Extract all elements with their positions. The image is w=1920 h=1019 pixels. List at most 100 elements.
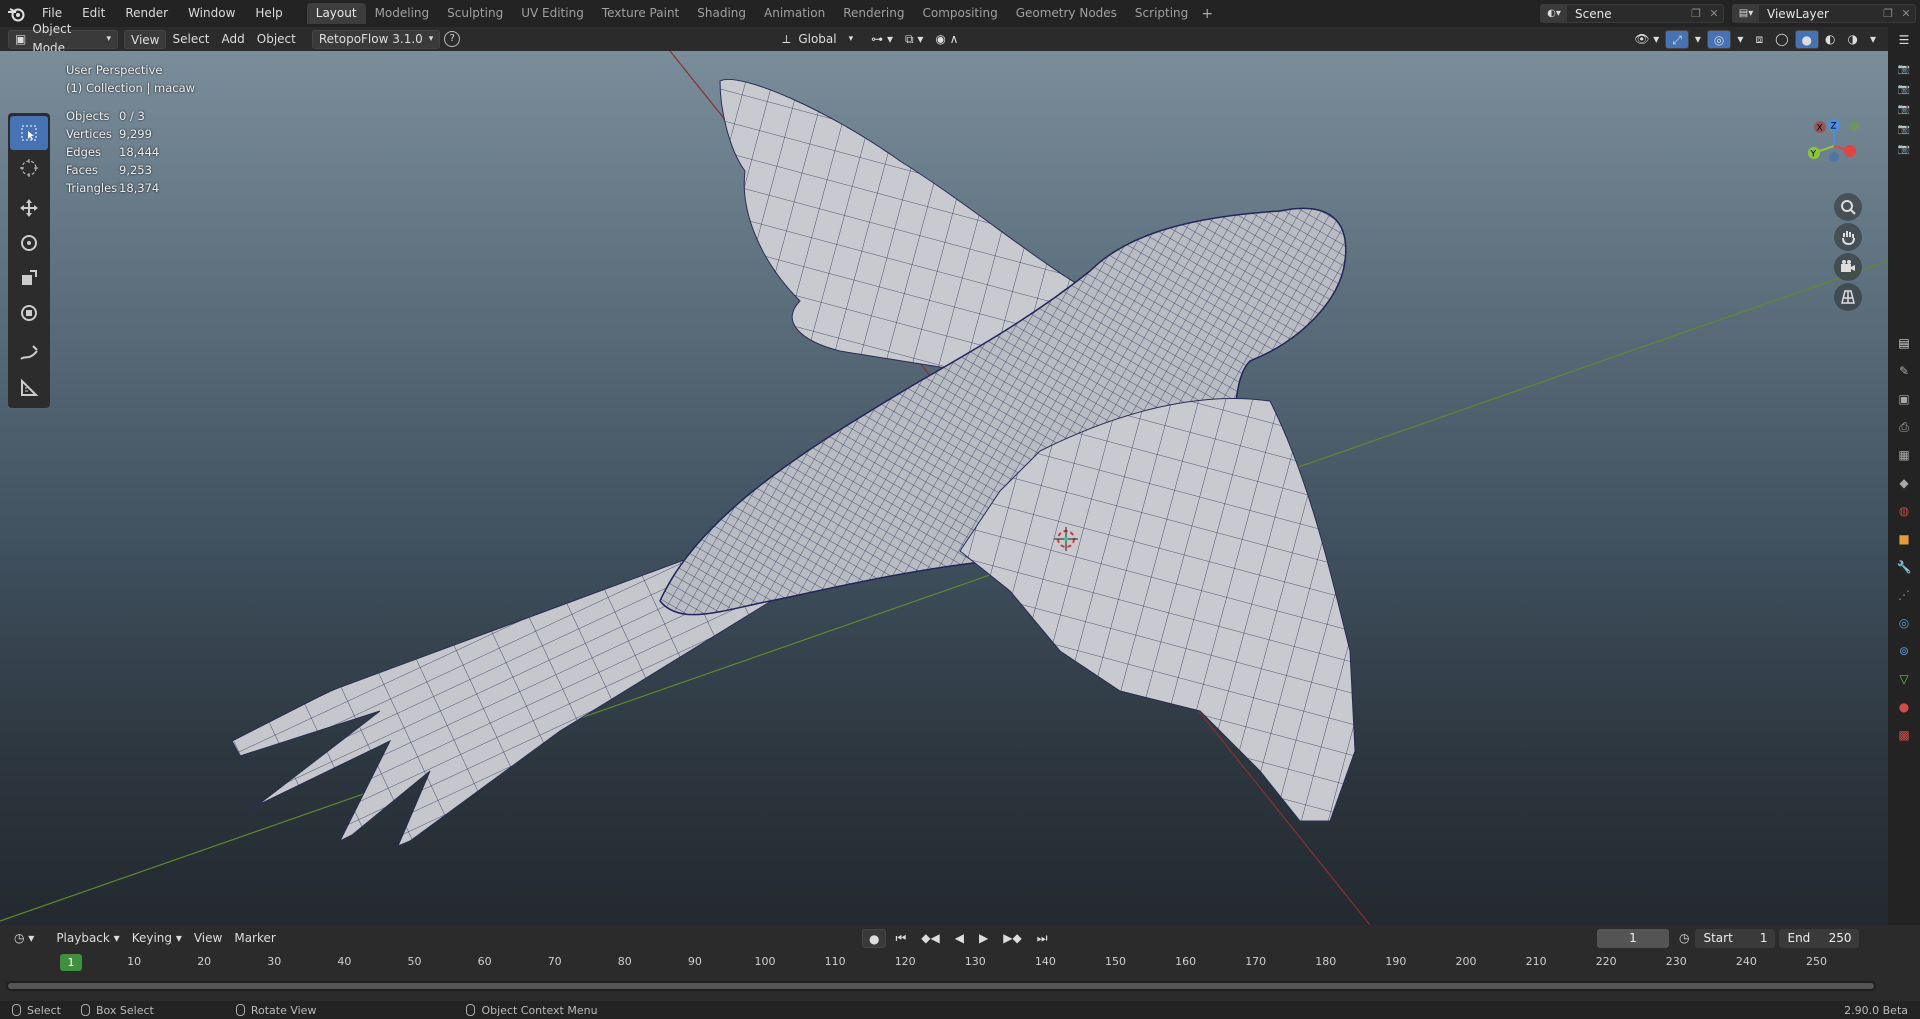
view-layer-name[interactable]: ViewLayer <box>1759 7 1879 21</box>
overlay-toggle-icon[interactable]: ◎ <box>1706 29 1732 49</box>
tab-sculpting[interactable]: Sculpting <box>438 3 512 24</box>
jump-keyframe-back-icon[interactable]: ◆◀ <box>915 929 945 948</box>
timeline-view-menu[interactable]: View <box>188 929 228 948</box>
select-box-tool-icon[interactable] <box>10 116 48 150</box>
physics-properties-icon[interactable]: ◎ <box>1888 609 1920 637</box>
close-icon[interactable]: ✕ <box>1705 7 1723 20</box>
outliner-icon[interactable]: ☰ <box>1888 27 1920 53</box>
particles-properties-icon[interactable]: ⋰ <box>1888 581 1920 609</box>
tab-geometry-nodes[interactable]: Geometry Nodes <box>1007 3 1126 24</box>
xray-icon[interactable]: ⧈ <box>1749 30 1769 49</box>
tab-rendering[interactable]: Rendering <box>834 3 913 24</box>
tab-texture-paint[interactable]: Texture Paint <box>593 3 688 24</box>
material-properties-icon[interactable]: ● <box>1888 693 1920 721</box>
zoom-icon[interactable] <box>1834 193 1862 221</box>
jump-start-icon[interactable]: ⏮ <box>889 929 912 948</box>
object-menu[interactable]: Object <box>251 30 302 49</box>
current-frame-field[interactable]: 1 <box>1597 928 1669 948</box>
tab-animation[interactable]: Animation <box>755 3 834 24</box>
properties-editor-icon[interactable]: ▤ <box>1888 329 1920 357</box>
gizmo-dropdown-icon[interactable]: ▾ <box>1689 30 1707 49</box>
camera-icon[interactable]: 📷 <box>1888 79 1920 99</box>
camera-icon[interactable]: 📷 <box>1888 99 1920 119</box>
measure-tool-icon[interactable] <box>10 371 48 405</box>
blender-logo-icon[interactable] <box>0 0 32 27</box>
solid-shading-icon[interactable]: ● <box>1794 29 1819 49</box>
tab-shading[interactable]: Shading <box>688 3 755 24</box>
menu-window[interactable]: Window <box>178 0 245 27</box>
output-properties-icon[interactable]: ⎙ <box>1888 413 1920 441</box>
scene-name[interactable]: Scene <box>1567 7 1687 21</box>
pan-hand-icon[interactable] <box>1834 223 1862 251</box>
overlay-dropdown-icon[interactable]: ▾ <box>1731 30 1749 49</box>
tool-settings-icon[interactable]: ✎ <box>1888 357 1920 385</box>
annotate-tool-icon[interactable] <box>10 336 48 370</box>
tab-layout[interactable]: Layout <box>306 3 366 24</box>
transform-tool-icon[interactable] <box>10 296 48 330</box>
keying-menu[interactable]: Keying ▾ <box>126 929 188 948</box>
menu-help[interactable]: Help <box>245 0 292 27</box>
constraints-properties-icon[interactable]: ⊚ <box>1888 637 1920 665</box>
help-icon[interactable]: ? <box>444 31 461 47</box>
material-shading-icon[interactable]: ◐ <box>1819 30 1841 49</box>
marker-menu[interactable]: Marker <box>228 929 281 948</box>
close-icon[interactable]: ✕ <box>1897 7 1915 20</box>
orientation-dropdown[interactable]: ⟂ Global ▾ <box>776 30 859 49</box>
playback-menu[interactable]: Playback ▾ <box>50 929 125 948</box>
rendered-shading-icon[interactable]: ◑ <box>1841 30 1863 49</box>
play-reverse-icon[interactable]: ◀ <box>949 929 970 948</box>
snap-icon[interactable]: ⧉ ▾ <box>899 30 929 49</box>
tab-scripting[interactable]: Scripting <box>1126 3 1197 24</box>
axis-gizmo[interactable]: Z Y X <box>1794 111 1874 181</box>
play-icon[interactable]: ▶ <box>973 929 994 948</box>
select-menu[interactable]: Select <box>166 30 215 49</box>
view-menu[interactable]: View <box>124 29 167 49</box>
mode-dropdown[interactable]: ▣ Object Mode ▾ <box>8 22 118 55</box>
data-properties-icon[interactable]: ▽ <box>1888 665 1920 693</box>
end-frame-field[interactable]: End 250 <box>1779 928 1860 948</box>
jump-end-icon[interactable]: ⏭ <box>1031 929 1054 948</box>
copy-icon[interactable]: ❐ <box>1879 7 1897 20</box>
camera-icon[interactable]: 📷 <box>1888 59 1920 79</box>
current-frame-indicator[interactable]: 1 <box>60 954 82 971</box>
wireframe-shading-icon[interactable]: ◯ <box>1769 30 1794 49</box>
tab-uv-editing[interactable]: UV Editing <box>512 3 593 24</box>
camera-icon[interactable]: 📷 <box>1888 119 1920 139</box>
scene-selector[interactable]: ◐▾ Scene ❐ ✕ <box>1540 4 1724 23</box>
view-layer-selector[interactable]: ▤▾ ViewLayer ❐ ✕ <box>1732 4 1916 23</box>
tab-compositing[interactable]: Compositing <box>913 3 1006 24</box>
retopoflow-menu[interactable]: RetopoFlow 3.1.0 ▾ <box>311 29 441 49</box>
ortho-grid-icon[interactable] <box>1834 283 1862 311</box>
camera-view-icon[interactable] <box>1834 253 1862 281</box>
add-menu[interactable]: Add <box>216 30 251 49</box>
record-icon[interactable]: ● <box>862 928 887 948</box>
camera-icon[interactable]: 📷 <box>1888 139 1920 159</box>
modifier-properties-icon[interactable]: 🔧 <box>1888 553 1920 581</box>
shading-dropdown-icon[interactable]: ▾ <box>1864 30 1882 49</box>
jump-keyframe-forward-icon[interactable]: ▶◆ <box>997 929 1027 948</box>
timeline-scrollbar[interactable] <box>8 983 1874 989</box>
world-properties-icon[interactable]: ◍ <box>1888 497 1920 525</box>
preview-range-icon[interactable]: ◷ <box>1679 931 1689 945</box>
render-properties-icon[interactable]: ▣ <box>1888 385 1920 413</box>
3d-viewport[interactable]: User Perspective (1) Collection | macaw … <box>0 51 1888 925</box>
frame-ruler[interactable]: 1 10 20 30 40 50 60 70 80 90 100 110 120 130 140 150 16… <box>0 953 1888 973</box>
scale-tool-icon[interactable] <box>10 261 48 295</box>
texture-properties-icon[interactable]: ▩ <box>1888 721 1920 749</box>
rotate-tool-icon[interactable] <box>10 226 48 260</box>
object-properties-icon[interactable]: ■ <box>1888 525 1920 553</box>
visibility-icon[interactable]: 👁 ▾ <box>1628 30 1665 49</box>
add-workspace-button[interactable]: + <box>1197 6 1217 22</box>
menu-render[interactable]: Render <box>115 0 178 27</box>
editor-type-clock-icon[interactable]: ◷ ▾ <box>8 929 40 948</box>
proportional-edit-icon[interactable]: ◉ ∧ <box>929 30 964 49</box>
pivot-icon[interactable]: ⊶ ▾ <box>865 30 899 49</box>
gizmo-toggle-icon[interactable]: ⤢ <box>1665 29 1689 49</box>
move-tool-icon[interactable] <box>10 191 48 225</box>
cursor-tool-icon[interactable] <box>10 151 48 185</box>
tab-modeling[interactable]: Modeling <box>366 3 439 24</box>
view-layer-properties-icon[interactable]: ▦ <box>1888 441 1920 469</box>
copy-icon[interactable]: ❐ <box>1687 7 1705 20</box>
scene-properties-icon[interactable]: ◆ <box>1888 469 1920 497</box>
start-frame-field[interactable]: Start 1 <box>1695 928 1776 948</box>
